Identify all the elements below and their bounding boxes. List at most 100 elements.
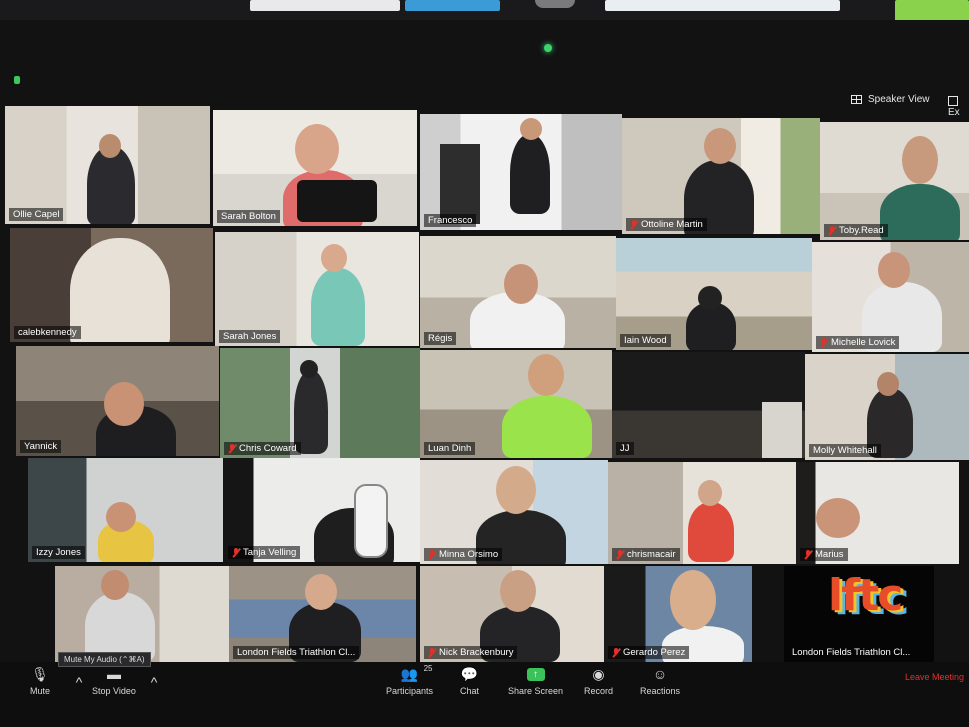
video-tile[interactable]: Francesco <box>420 114 622 230</box>
participant-name-text: Ottoline Martin <box>641 219 703 230</box>
chat-bubble-icon: 💬 <box>460 665 479 682</box>
speaker-view-button[interactable]: Speaker View <box>851 94 930 105</box>
exit-label: Ex <box>948 107 960 118</box>
reactions-button[interactable]: ☺ Reactions <box>640 666 680 696</box>
video-tile[interactable]: Nick Brackenbury <box>420 566 604 662</box>
participant-name-text: chrismacair <box>627 549 676 560</box>
people-icon: 👥 25 <box>400 664 433 682</box>
participant-name: Toby.Read <box>824 224 888 237</box>
participant-name: Régis <box>424 332 457 345</box>
participant-head <box>698 286 722 310</box>
participant-name-text: Iain Wood <box>624 335 667 346</box>
participant-head <box>877 372 899 396</box>
video-tile[interactable]: Izzy Jones <box>28 458 223 562</box>
participant-name-text: Sarah Bolton <box>221 211 276 222</box>
video-tile[interactable]: chrismacair <box>608 462 796 564</box>
audio-options-button[interactable]: ^ <box>70 674 88 694</box>
participant-figure <box>510 134 550 214</box>
participant-name-text: Yannick <box>24 441 58 452</box>
video-tile[interactable]: Chris Coward <box>220 348 420 458</box>
video-tile[interactable]: Tanja Velling <box>224 458 420 562</box>
video-tile[interactable]: Molly Whitehall <box>805 354 969 460</box>
video-tile[interactable]: Ollie Capel <box>5 106 210 224</box>
participant-figure <box>311 268 365 346</box>
video-tile[interactable]: Marius <box>796 462 959 564</box>
video-tile[interactable]: Michelle Lovick <box>812 242 969 352</box>
participant-head <box>101 570 129 600</box>
video-tile[interactable] <box>55 566 229 662</box>
participant-name-text: Ollie Capel <box>13 209 60 220</box>
participant-name-text: Michelle Lovick <box>831 337 896 348</box>
video-tile[interactable]: Luan Dinh <box>420 350 612 458</box>
participant-head <box>670 570 716 630</box>
video-options-button[interactable]: ^ <box>145 674 163 694</box>
participant-head <box>704 128 736 164</box>
video-tile[interactable]: lftc London Fields Triathlon Cl... <box>784 566 934 662</box>
participant-name: London Fields Triathlon Cl... <box>233 646 360 659</box>
leave-meeting-button[interactable]: Leave Meeting <box>905 672 964 682</box>
participants-count: 25 <box>423 664 433 673</box>
participant-head <box>500 570 536 612</box>
chevron-up-icon: ^ <box>150 674 158 690</box>
participant-name-text: Izzy Jones <box>36 547 81 558</box>
muted-mic-icon <box>428 550 436 559</box>
participants-button[interactable]: 👥 25 Participants <box>386 664 433 696</box>
video-tile[interactable]: Minna Orsimo <box>420 460 608 564</box>
participant-name: Iain Wood <box>620 334 671 347</box>
video-tile-active-speaker[interactable]: Sarah Jones <box>215 232 419 346</box>
fullscreen-icon <box>948 96 958 107</box>
video-tile[interactable]: London Fields Triathlon Cl... <box>229 566 416 662</box>
participant-name-text: Molly Whitehall <box>813 445 877 456</box>
participant-head <box>504 264 538 304</box>
muted-mic-icon <box>630 220 638 229</box>
share-screen-icon: ↑ <box>526 666 545 682</box>
participant-figure <box>880 184 960 240</box>
object-in-front <box>354 484 388 558</box>
encryption-indicator <box>14 76 20 84</box>
stop-video-button[interactable]: ▬ Stop Video <box>92 666 136 696</box>
share-screen-button[interactable]: ↑ Share Screen <box>508 666 563 696</box>
muted-mic-icon <box>428 648 436 657</box>
participant-figure <box>502 396 592 458</box>
participant-name-text: Sarah Jones <box>223 331 277 342</box>
video-tile[interactable]: Sarah Bolton <box>213 110 417 226</box>
video-tile[interactable]: JJ <box>612 352 805 458</box>
participant-name-text: Toby.Read <box>839 225 884 236</box>
participant-name: JJ <box>616 442 634 455</box>
participant-name-text: London Fields Triathlon Cl... <box>792 647 911 658</box>
video-tile[interactable]: Régis <box>420 236 616 348</box>
background-window <box>250 0 400 11</box>
participant-head <box>99 134 121 158</box>
record-button[interactable]: ◉ Record <box>584 666 613 697</box>
mute-button[interactable]: 🎙 Mute <box>30 666 51 697</box>
participant-name-text: Régis <box>428 333 453 344</box>
muted-mic-icon <box>828 226 836 235</box>
participant-head <box>878 252 910 288</box>
video-tile[interactable]: Ottoline Martin <box>622 118 820 234</box>
chat-button[interactable]: 💬 Chat <box>460 665 479 697</box>
participant-name-text: JJ <box>620 443 630 454</box>
mute-tooltip: Mute My Audio (⌃⌘A) <box>58 652 151 667</box>
participant-name: chrismacair <box>612 548 680 561</box>
window-light <box>762 402 802 458</box>
participant-head <box>698 480 722 506</box>
participant-name: Molly Whitehall <box>809 444 881 457</box>
video-tile[interactable]: Yannick <box>16 346 219 456</box>
participant-head <box>295 124 339 174</box>
participant-head <box>496 466 536 514</box>
meeting-toolbar <box>0 662 969 727</box>
participant-name-text: Marius <box>815 549 844 560</box>
video-tile[interactable]: calebkennedy <box>10 228 213 342</box>
reactions-label: Reactions <box>640 686 681 696</box>
participant-head <box>321 244 347 272</box>
video-tile[interactable]: Gerardo Perez <box>604 566 752 662</box>
participant-name: Michelle Lovick <box>816 336 900 349</box>
exit-fullscreen-button[interactable]: Ex <box>948 96 969 118</box>
mute-label: Mute <box>30 686 51 696</box>
video-tile[interactable]: Toby.Read <box>820 122 969 240</box>
monitor-top-bezel <box>0 0 969 25</box>
muted-mic-icon <box>228 444 236 453</box>
muted-mic-icon <box>232 548 240 557</box>
furniture <box>440 144 480 224</box>
video-tile[interactable]: Iain Wood <box>616 238 812 350</box>
